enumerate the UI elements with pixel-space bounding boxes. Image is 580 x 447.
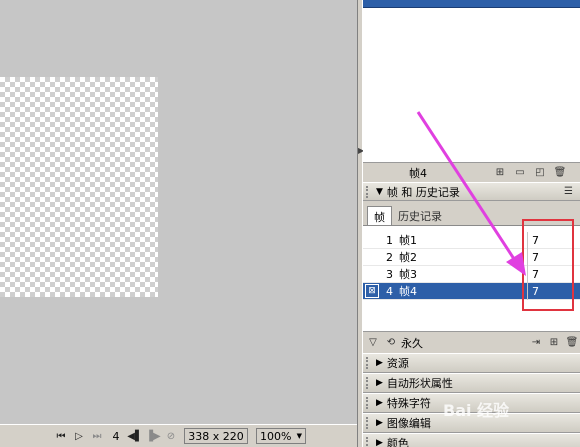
chevron-down-icon: ▼ bbox=[296, 432, 302, 440]
layers-panel bbox=[363, 0, 580, 163]
grip-icon[interactable] bbox=[366, 377, 372, 389]
current-frame-number: 4 bbox=[112, 429, 120, 443]
canvas-size-readout: 338 x 220 bbox=[184, 428, 248, 444]
frame-name: 帧1 bbox=[399, 234, 417, 247]
loop-label[interactable]: 永久 bbox=[401, 335, 526, 351]
grip-icon[interactable] bbox=[366, 437, 372, 447]
last-frame-icon[interactable]: ⏭ bbox=[88, 428, 106, 444]
color-panel-header[interactable]: ▶ 颜色 bbox=[363, 433, 580, 447]
panel-title: 颜色 bbox=[386, 437, 409, 447]
tab-history[interactable]: 历史记录 bbox=[392, 206, 448, 225]
triangle-right-icon[interactable]: ▶ bbox=[376, 418, 383, 428]
triangle-down-icon[interactable]: ▼ bbox=[376, 187, 383, 197]
previous-frame-icon[interactable]: ◀▌ bbox=[126, 428, 144, 444]
triangle-right-icon[interactable]: ▶ bbox=[376, 398, 383, 408]
triangle-right-icon[interactable]: ▶ bbox=[376, 438, 383, 447]
panel-title: 图像编辑 bbox=[386, 417, 431, 430]
transparent-canvas bbox=[0, 77, 158, 297]
panel-title: 自动形状属性 bbox=[386, 377, 453, 390]
grip-icon[interactable] bbox=[366, 417, 372, 429]
layers-footer-label: 帧4 bbox=[409, 166, 427, 180]
new-frame-icon[interactable]: ⊞ bbox=[546, 336, 562, 350]
loop-icon[interactable]: ⟲ bbox=[383, 336, 399, 350]
distribute-icon[interactable]: ⇥ bbox=[528, 336, 544, 350]
layers-footer: 帧4 ⊞ ▭ ◰ 🗑 bbox=[363, 163, 580, 182]
frame-name: 帧3 bbox=[399, 268, 417, 281]
assets-panel-header[interactable]: ▶ 资源 bbox=[363, 353, 580, 373]
frame-name: 帧4 bbox=[399, 285, 417, 298]
triangle-right-icon[interactable]: ▶ bbox=[376, 378, 383, 388]
grip-icon[interactable] bbox=[366, 397, 372, 409]
trash-icon[interactable]: 🗑 bbox=[564, 336, 580, 350]
collapse-arrow-icon[interactable]: ▶ bbox=[358, 146, 364, 158]
first-frame-icon[interactable]: ⏮ bbox=[52, 428, 70, 444]
frame-name: 帧2 bbox=[399, 251, 417, 264]
tab-frames[interactable]: 帧 bbox=[367, 206, 392, 225]
panel-title: 帧 和 历史记录 bbox=[386, 185, 460, 199]
grip-icon[interactable] bbox=[366, 185, 372, 198]
new-layer-icon[interactable]: ⊞ bbox=[491, 166, 509, 180]
grip-icon[interactable] bbox=[366, 357, 372, 369]
watermark: Bai 经验 bbox=[443, 401, 510, 420]
add-mask-icon[interactable]: ◰ bbox=[531, 166, 549, 180]
annotation-highlight-box bbox=[522, 219, 574, 311]
frame-index: 2 bbox=[386, 250, 393, 264]
triangle-right-icon[interactable]: ▶ bbox=[376, 358, 383, 368]
layer-row[interactable] bbox=[363, 0, 580, 8]
status-bar: ⏮ ▷ ⏭ 4 ◀▌ ▐▶ ⊘ 338 x 220 100% ▼ bbox=[0, 424, 357, 447]
frame-index: 3 bbox=[386, 267, 393, 281]
play-icon[interactable]: ▷ bbox=[70, 428, 88, 444]
onion-skin-icon[interactable]: ▽ bbox=[365, 336, 381, 350]
frame-index: 4 bbox=[386, 284, 393, 298]
panel-title: 资源 bbox=[386, 357, 409, 370]
auto-shape-properties-panel-header[interactable]: ▶ 自动形状属性 bbox=[363, 373, 580, 393]
frames-history-panel-header[interactable]: ▼ 帧 和 历史记录 ☰ bbox=[363, 182, 580, 201]
frame-checkbox-checked-icon[interactable]: ⊠ bbox=[365, 284, 379, 298]
zoom-select[interactable]: 100% ▼ bbox=[256, 428, 306, 444]
frames-footer: ▽ ⟲ 永久 ⇥ ⊞ 🗑 bbox=[363, 331, 580, 353]
frame-index: 1 bbox=[386, 233, 393, 247]
new-bitmap-icon[interactable]: ▭ bbox=[511, 166, 529, 180]
zoom-value: 100% bbox=[260, 429, 292, 443]
frame-checkbox[interactable] bbox=[365, 267, 379, 281]
next-frame-icon[interactable]: ▐▶ bbox=[144, 428, 162, 444]
frame-checkbox[interactable] bbox=[365, 250, 379, 264]
document-canvas[interactable] bbox=[0, 0, 357, 424]
panel-title: 特殊字符 bbox=[386, 397, 431, 410]
panel-menu-icon[interactable]: ☰ bbox=[564, 186, 580, 197]
frame-checkbox[interactable] bbox=[365, 233, 379, 247]
stop-icon[interactable]: ⊘ bbox=[162, 428, 180, 444]
trash-icon[interactable]: 🗑 bbox=[551, 166, 569, 180]
